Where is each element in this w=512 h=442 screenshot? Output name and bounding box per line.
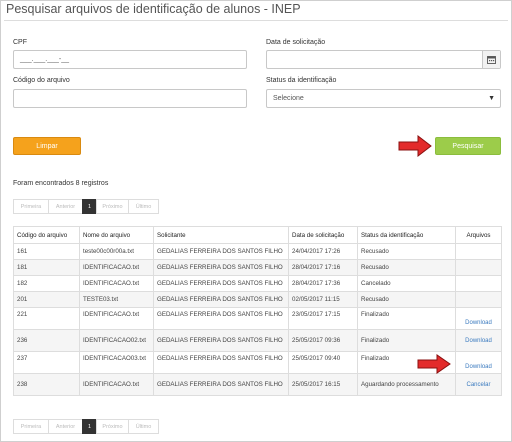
table-row: 236 IDENTIFICACAO02.txt GEDALIAS FERREIR… [13, 329, 502, 352]
cell-status: Recusado [357, 259, 456, 276]
cell-acao: Download [455, 329, 502, 352]
calendar-icon[interactable] [482, 51, 500, 68]
cell-data: 25/05/2017 09:40 [288, 351, 358, 374]
cell-solicitante: GEDALIAS FERREIRA DOS SANTOS FILHO [153, 373, 289, 396]
table-row: 201 TESTE03.txt GEDALIAS FERREIRA DOS SA… [13, 291, 502, 308]
caret-down-icon: ▼ [488, 95, 495, 102]
header-arquivos: Arquivos [455, 226, 502, 244]
cell-solicitante: GEDALIAS FERREIRA DOS SANTOS FILHO [153, 329, 289, 352]
download-link[interactable]: Download [465, 338, 492, 344]
status-identificacao-select[interactable]: Selecione ▼ [266, 89, 501, 108]
cell-nome: IDENTIFICACAO.txt [79, 307, 154, 330]
header-codigo: Código do arquivo [13, 226, 80, 244]
table-header-row: Código do arquivo Nome do arquivo Solici… [13, 226, 502, 244]
table-row: 181 IDENTIFICACAO.txt GEDALIAS FERREIRA … [13, 259, 502, 276]
pagination-previous[interactable]: Anterior [48, 199, 83, 214]
pagination-first[interactable]: Primeira [13, 199, 49, 214]
cpf-label: CPF [13, 39, 27, 46]
header-nome: Nome do arquivo [79, 226, 154, 244]
download-link[interactable]: Download [465, 364, 492, 370]
table-row: 182 IDENTIFICACAO.txt GEDALIAS FERREIRA … [13, 275, 502, 292]
cell-status: Cancelado [357, 275, 456, 292]
pagination-last[interactable]: Último [128, 199, 159, 214]
pagination-bottom: Primeira Anterior 1 Próximo Último [13, 419, 159, 434]
title-divider [4, 20, 508, 21]
cell-solicitante: GEDALIAS FERREIRA DOS SANTOS FILHO [153, 275, 289, 292]
cell-acao: Download [455, 351, 502, 374]
header-solicitante: Solicitante [153, 226, 289, 244]
cell-data: 24/04/2017 17:26 [288, 243, 358, 260]
cell-nome: IDENTIFICACAO02.txt [79, 329, 154, 352]
cell-solicitante: GEDALIAS FERREIRA DOS SANTOS FILHO [153, 307, 289, 330]
cell-nome: IDENTIFICACAO.txt [79, 259, 154, 276]
cell-codigo: 238 [13, 373, 80, 396]
pagination-current-page[interactable]: 1 [82, 199, 97, 214]
cell-status: Recusado [357, 243, 456, 260]
cell-nome: TESTE03.txt [79, 291, 154, 308]
cell-solicitante: GEDALIAS FERREIRA DOS SANTOS FILHO [153, 351, 289, 374]
cell-acao: Cancelar [455, 373, 502, 396]
table-row: 221 IDENTIFICACAO.txt GEDALIAS FERREIRA … [13, 307, 502, 330]
cell-solicitante: GEDALIAS FERREIRA DOS SANTOS FILHO [153, 243, 289, 260]
status-selected-value: Selecione [273, 95, 304, 102]
page-title: Pesquisar arquivos de identificação de a… [6, 2, 301, 16]
cell-acao: Download [455, 307, 502, 330]
cell-data: 25/05/2017 09:36 [288, 329, 358, 352]
cancelar-link[interactable]: Cancelar [466, 382, 490, 388]
header-status: Status da identificação [357, 226, 456, 244]
cell-codigo: 181 [13, 259, 80, 276]
pagination-last[interactable]: Último [128, 419, 159, 434]
codigo-arquivo-label: Código do arquivo [13, 77, 70, 84]
cell-status: Recusado [357, 291, 456, 308]
cell-nome: IDENTIFICACAO.txt [79, 275, 154, 292]
cell-data: 28/04/2017 17:36 [288, 275, 358, 292]
cell-acao [455, 275, 502, 292]
pagination-first[interactable]: Primeira [13, 419, 49, 434]
cell-acao [455, 259, 502, 276]
data-solicitacao-input[interactable] [266, 50, 501, 69]
header-data: Data de solicitação [288, 226, 358, 244]
red-arrow-icon [417, 354, 451, 374]
results-count: Foram encontrados 8 registros [13, 180, 109, 187]
cell-solicitante: GEDALIAS FERREIRA DOS SANTOS FILHO [153, 259, 289, 276]
cell-codigo: 237 [13, 351, 80, 374]
cell-nome: teste00c00r00a.txt [79, 243, 154, 260]
codigo-arquivo-input[interactable] [13, 89, 247, 108]
red-arrow-icon [398, 135, 432, 157]
status-identificacao-label: Status da identificação [266, 77, 337, 84]
cpf-placeholder: ___.___.___-__ [20, 56, 70, 63]
cell-data: 28/04/2017 17:16 [288, 259, 358, 276]
cell-status: Finalizado [357, 329, 456, 352]
data-solicitacao-label: Data de solicitação [266, 39, 326, 46]
pagination-previous[interactable]: Anterior [48, 419, 83, 434]
cell-status: Aguardando processamento [357, 373, 456, 396]
cell-acao [455, 243, 502, 260]
table-row: 161 teste00c00r00a.txt GEDALIAS FERREIRA… [13, 243, 502, 260]
cell-codigo: 182 [13, 275, 80, 292]
cell-data: 23/05/2017 17:15 [288, 307, 358, 330]
cell-acao [455, 291, 502, 308]
pagination-next[interactable]: Próximo [96, 419, 129, 434]
download-link[interactable]: Download [465, 320, 492, 326]
pagination-top: Primeira Anterior 1 Próximo Último [13, 199, 159, 214]
cell-nome: IDENTIFICACAO03.txt [79, 351, 154, 374]
cell-status: Finalizado [357, 307, 456, 330]
cell-codigo: 201 [13, 291, 80, 308]
cell-codigo: 221 [13, 307, 80, 330]
cell-solicitante: GEDALIAS FERREIRA DOS SANTOS FILHO [153, 291, 289, 308]
limpar-button[interactable]: Limpar [13, 137, 81, 155]
pagination-next[interactable]: Próximo [96, 199, 129, 214]
table-row: 238 IDENTIFICACAO.txt GEDALIAS FERREIRA … [13, 373, 502, 396]
cell-data: 25/05/2017 16:15 [288, 373, 358, 396]
cell-data: 02/05/2017 11:15 [288, 291, 358, 308]
cell-nome: IDENTIFICACAO.txt [79, 373, 154, 396]
pagination-current-page[interactable]: 1 [82, 419, 97, 434]
cell-codigo: 236 [13, 329, 80, 352]
cpf-input[interactable]: ___.___.___-__ [13, 50, 247, 69]
cell-codigo: 161 [13, 243, 80, 260]
pesquisar-button[interactable]: Pesquisar [435, 137, 501, 155]
